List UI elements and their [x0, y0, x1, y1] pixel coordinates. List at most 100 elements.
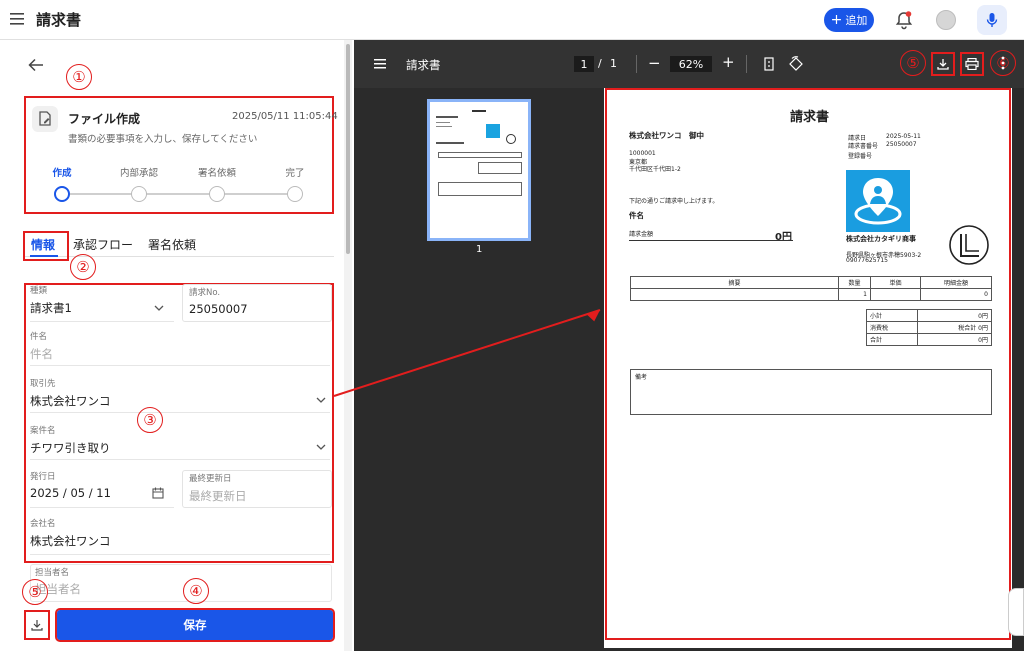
type-label: 種類 — [30, 286, 48, 296]
viewer-print-button[interactable] — [960, 52, 984, 76]
issue-date-label: 発行日 — [30, 472, 56, 482]
tab-signature-request[interactable]: 署名依頼 — [148, 236, 196, 253]
viewer-menu-icon[interactable] — [374, 59, 386, 69]
zoom-level[interactable]: 62% — [670, 56, 712, 72]
thumbnail-page-number: 1 — [476, 244, 483, 255]
download-icon — [937, 59, 949, 70]
subject-field[interactable]: 件名 件名 — [30, 330, 330, 366]
doc-meta-value: 25050007 — [886, 141, 917, 148]
tab-highlight — [23, 231, 69, 261]
download-button[interactable] — [24, 610, 50, 640]
invoice-no-value: 25050007 — [189, 302, 248, 316]
table-header: 摘要 — [630, 276, 839, 289]
step-dot-create — [54, 186, 70, 202]
printer-icon — [965, 58, 979, 70]
step-label-create: 作成 — [52, 168, 72, 179]
updated-date-field[interactable]: 最終更新日 最終更新日 — [182, 470, 332, 508]
page-thumbnail[interactable] — [427, 99, 531, 241]
chevron-down-icon — [316, 397, 326, 403]
tab-divider — [24, 256, 334, 257]
chevron-down-icon — [154, 305, 164, 311]
summary-value: 0円 — [916, 333, 993, 346]
step-label-internal-approval: 内部承認 — [119, 168, 158, 179]
project-select[interactable]: 案件名 チワワ引き取り — [30, 424, 330, 460]
menu-icon[interactable] — [10, 13, 24, 25]
doc-heading: 請求書 — [790, 110, 830, 125]
table-row: 1 0 — [630, 288, 992, 301]
company-seal-icon — [948, 224, 990, 266]
doc-address: 千代田区千代田1-2 — [629, 166, 681, 173]
card-date: 2025/05/11 11:05:44 — [232, 111, 338, 122]
table-cell — [870, 288, 921, 301]
summary-value: 税合計 0円 — [916, 321, 993, 334]
viewer-download-button[interactable] — [931, 52, 955, 76]
fit-page-icon[interactable] — [764, 57, 774, 71]
type-value: 請求書1 — [30, 301, 72, 315]
doc-meta-label: 登録番号 — [848, 153, 873, 160]
company-field[interactable]: 会社名 株式会社ワンコ — [30, 517, 330, 555]
zoom-out-icon[interactable]: − — [648, 54, 661, 72]
issue-date-field[interactable]: 発行日 2025 / 05 / 11 — [30, 470, 174, 508]
summary-label: 小計 — [866, 309, 918, 322]
type-select[interactable]: 種類 請求書1 — [30, 284, 174, 322]
notes-box: 備考 — [630, 369, 992, 415]
toolbar-divider — [746, 55, 747, 73]
step-label-signature-request: 署名依頼 — [197, 168, 236, 179]
page-title: 請求書 — [36, 11, 82, 29]
page-input[interactable]: 1 — [574, 56, 594, 72]
card-title: ファイル作成 — [68, 112, 141, 126]
annotation-4: ④ — [183, 578, 209, 604]
item-table: 摘要 数量 単価 明細金額 1 0 — [630, 276, 992, 301]
project-label: 案件名 — [30, 426, 56, 436]
page-total: 1 — [610, 57, 617, 70]
updated-label: 最終更新日 — [189, 474, 232, 484]
person-field[interactable]: 担当者名 担当者名 — [30, 564, 332, 602]
zoom-in-icon[interactable]: + — [722, 53, 735, 71]
company-logo — [846, 170, 910, 232]
chevron-down-icon — [316, 444, 326, 450]
invoice-no-label: 請求No. — [189, 288, 221, 298]
doc-meta-label: 請求書番号 — [848, 143, 879, 150]
microphone-icon — [986, 12, 998, 28]
avatar[interactable] — [936, 10, 956, 30]
add-button[interactable]: + 追加 — [824, 8, 874, 32]
annotation-5-left: ⑤ — [22, 579, 48, 605]
side-handle[interactable] — [1008, 588, 1024, 636]
step-label-complete: 完了 — [285, 168, 305, 179]
more-vertical-icon[interactable] — [1001, 56, 1005, 70]
annotation-1: ① — [66, 64, 92, 90]
card-description: 書類の必要事項を入力し、保存してください — [68, 134, 258, 145]
rotate-icon[interactable] — [788, 56, 804, 72]
updated-placeholder: 最終更新日 — [189, 489, 247, 503]
calendar-icon[interactable] — [152, 487, 164, 499]
annotation-arrow — [333, 309, 601, 397]
step-dot-signature-request — [209, 186, 225, 202]
mic-button[interactable] — [977, 5, 1007, 35]
client-label: 取引先 — [30, 379, 56, 389]
summary-label: 合計 — [866, 333, 918, 346]
doc-recipient: 株式会社ワンコ 御中 — [629, 131, 704, 140]
doc-meta-value: 2025-05-11 — [886, 133, 921, 140]
step-connector — [70, 193, 296, 195]
step-dot-internal-approval — [131, 186, 147, 202]
summary-label: 消費税 — [866, 321, 918, 334]
client-select[interactable]: 取引先 株式会社ワンコ — [30, 377, 330, 413]
document-edit-icon — [32, 106, 58, 132]
invoice-no-field[interactable]: 請求No. 25050007 — [182, 284, 332, 322]
save-button[interactable]: 保存 — [55, 608, 335, 642]
doc-issuer-phone: 09077625715 — [846, 257, 888, 264]
person-placeholder: 担当者名 — [35, 582, 81, 596]
project-value: チワワ引き取り — [30, 441, 111, 455]
add-button-label: 追加 — [845, 14, 868, 27]
summary-value: 0円 — [916, 309, 993, 322]
tab-approval-flow[interactable]: 承認フロー — [73, 236, 133, 253]
scrollbar-thumb[interactable] — [346, 44, 350, 254]
back-arrow-icon[interactable] — [28, 58, 44, 72]
person-label: 担当者名 — [35, 568, 70, 578]
notification-bell-icon[interactable] — [895, 10, 913, 30]
download-icon — [31, 620, 43, 631]
table-cell: 0 — [920, 288, 992, 301]
toolbar-divider — [636, 55, 637, 73]
plus-icon: + — [830, 12, 843, 28]
subject-label: 件名 — [30, 332, 48, 342]
